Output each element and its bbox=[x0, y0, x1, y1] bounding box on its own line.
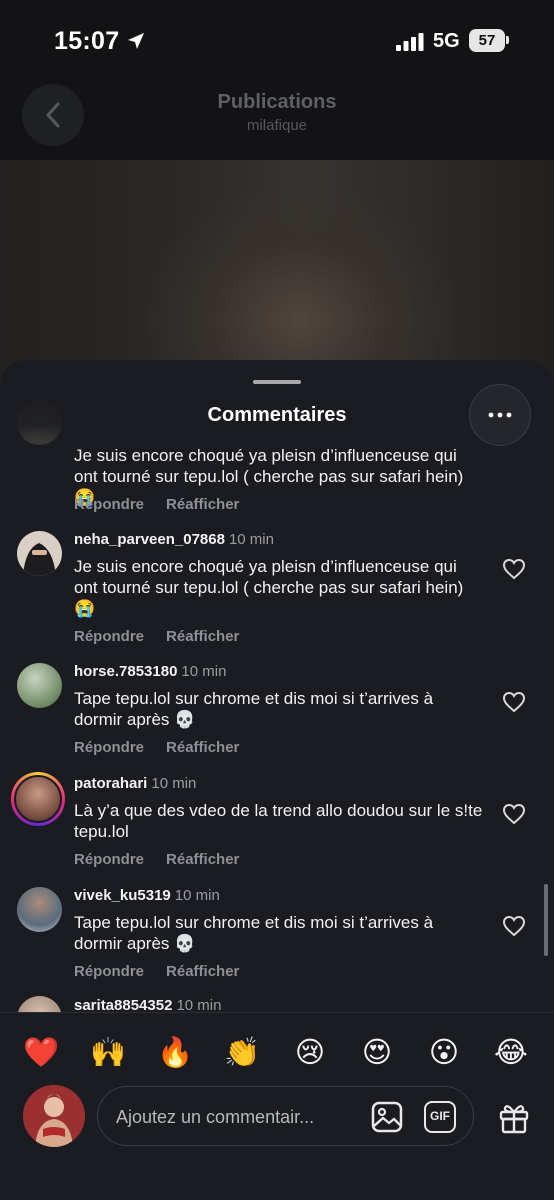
comment-text: Tape tepu.lol sur chrome et dis moi si t… bbox=[74, 913, 434, 953]
sheet-grabber[interactable] bbox=[253, 380, 301, 384]
reaction-laughing[interactable]: 😂 bbox=[491, 1035, 531, 1069]
comment-text: Je suis encore choqué ya pleisn d’influe… bbox=[74, 557, 464, 618]
comment-username[interactable]: vivek_ku5319 bbox=[74, 887, 171, 904]
comment-time: 10 min bbox=[181, 663, 227, 680]
image-icon[interactable] bbox=[370, 1100, 404, 1134]
page-title: Publications bbox=[217, 91, 337, 113]
comments-scrollbar[interactable] bbox=[544, 884, 548, 956]
reaction-surprised[interactable]: 😮 bbox=[424, 1035, 464, 1069]
composer-avatar bbox=[23, 1085, 85, 1147]
comments-sheet: Commentaires Je suis encore choqué ya pl… bbox=[0, 360, 554, 1200]
reaction-crying[interactable]: 😢 bbox=[290, 1035, 330, 1069]
comment-input-placeholder: Ajoutez un commentair... bbox=[116, 1107, 315, 1127]
heart-outline-icon[interactable] bbox=[502, 691, 526, 713]
repost-button[interactable]: Réafficher bbox=[166, 963, 239, 980]
comment-input[interactable]: Ajoutez un commentair... GIF bbox=[97, 1086, 474, 1146]
repost-button[interactable]: Réafficher bbox=[166, 851, 239, 868]
comment-username[interactable]: patorahari bbox=[74, 775, 147, 792]
comment-item: neha_parveen_07868 10 min Je suis encore … bbox=[0, 528, 554, 648]
comment-actions: Répondre Réafficher bbox=[74, 496, 239, 513]
reply-button[interactable]: Répondre bbox=[74, 496, 144, 513]
comment-avatar[interactable] bbox=[17, 663, 62, 708]
heart-outline-icon[interactable] bbox=[502, 915, 526, 937]
header: Publications milafique bbox=[0, 84, 554, 160]
comment-text: Tape tepu.lol sur chrome et dis moi si t… bbox=[74, 689, 434, 729]
reaction-fire[interactable]: 🔥 bbox=[155, 1035, 195, 1069]
reply-button[interactable]: Répondre bbox=[74, 628, 144, 645]
comment-item: patorahari 10 min Là y’a que des vdeo de … bbox=[0, 772, 554, 872]
battery-indicator: 57 bbox=[469, 29, 505, 52]
comment-avatar-story-ring[interactable] bbox=[11, 772, 65, 826]
battery-cap bbox=[506, 36, 509, 44]
comment-actions: Répondre Réafficher bbox=[74, 628, 239, 645]
gif-icon[interactable]: GIF bbox=[424, 1101, 456, 1133]
gift-icon[interactable] bbox=[497, 1101, 531, 1135]
comment-text: Là y’a que des vdeo de la trend allo dou… bbox=[74, 801, 483, 841]
reply-button[interactable]: Répondre bbox=[74, 963, 144, 980]
comment-composer-area: ❤️ 🙌 🔥 👏 😢 😍 😮 😂 Ajoutez un commentair..… bbox=[0, 1012, 554, 1200]
comment-username[interactable]: horse.7853180 bbox=[74, 663, 177, 680]
comment-avatar[interactable] bbox=[17, 887, 62, 932]
comment-item: vivek_ku5319 10 min Tape tepu.lol sur chr… bbox=[0, 884, 554, 984]
more-button[interactable] bbox=[469, 384, 531, 446]
comment-header: patorahari 10 min bbox=[74, 775, 196, 792]
comment-actions: Répondre Réafficher bbox=[74, 739, 239, 756]
reaction-clap[interactable]: 👏 bbox=[222, 1035, 262, 1069]
comment-avatar[interactable] bbox=[17, 531, 62, 576]
page-subtitle: milafique bbox=[246, 117, 308, 134]
signal-bars-icon bbox=[396, 33, 424, 51]
comment-time: 10 min bbox=[174, 887, 220, 904]
repost-button[interactable]: Réafficher bbox=[166, 496, 239, 513]
status-bar: 15:07 5G 57 bbox=[0, 0, 554, 84]
reaction-heart[interactable]: ❤️ bbox=[21, 1035, 61, 1069]
location-arrow-icon bbox=[128, 33, 144, 49]
comment-header: vivek_ku5319 10 min bbox=[74, 887, 220, 904]
avatar-illustration bbox=[23, 543, 56, 576]
heart-outline-icon[interactable] bbox=[502, 803, 526, 825]
reply-button[interactable]: Répondre bbox=[74, 851, 144, 868]
comment-username[interactable]: neha_parveen_07868 bbox=[74, 531, 225, 548]
reaction-raised-hands[interactable]: 🙌 bbox=[88, 1035, 128, 1069]
repost-button[interactable]: Réafficher bbox=[166, 739, 239, 756]
reply-button[interactable]: Répondre bbox=[74, 739, 144, 756]
comment-item: horse.7853180 10 min Tape tepu.lol sur ch… bbox=[0, 660, 554, 760]
more-horizontal-icon bbox=[488, 412, 512, 418]
comment-actions: Répondre Réafficher bbox=[74, 963, 239, 980]
network-label: 5G bbox=[433, 30, 460, 52]
comment-header: horse.7853180 10 min bbox=[74, 663, 226, 680]
heart-outline-icon[interactable] bbox=[502, 558, 526, 580]
comment-avatar bbox=[14, 775, 62, 823]
comment-actions: Répondre Réafficher bbox=[74, 851, 239, 868]
repost-button[interactable]: Réafficher bbox=[166, 628, 239, 645]
reaction-heart-eyes[interactable]: 😍 bbox=[357, 1035, 397, 1069]
comment-header: neha_parveen_07868 10 min bbox=[74, 531, 274, 548]
comment-time: 10 min bbox=[228, 531, 274, 548]
status-time: 15:07 bbox=[54, 27, 120, 55]
avatar-illustration bbox=[23, 1085, 85, 1147]
comment-time: 10 min bbox=[151, 775, 197, 792]
